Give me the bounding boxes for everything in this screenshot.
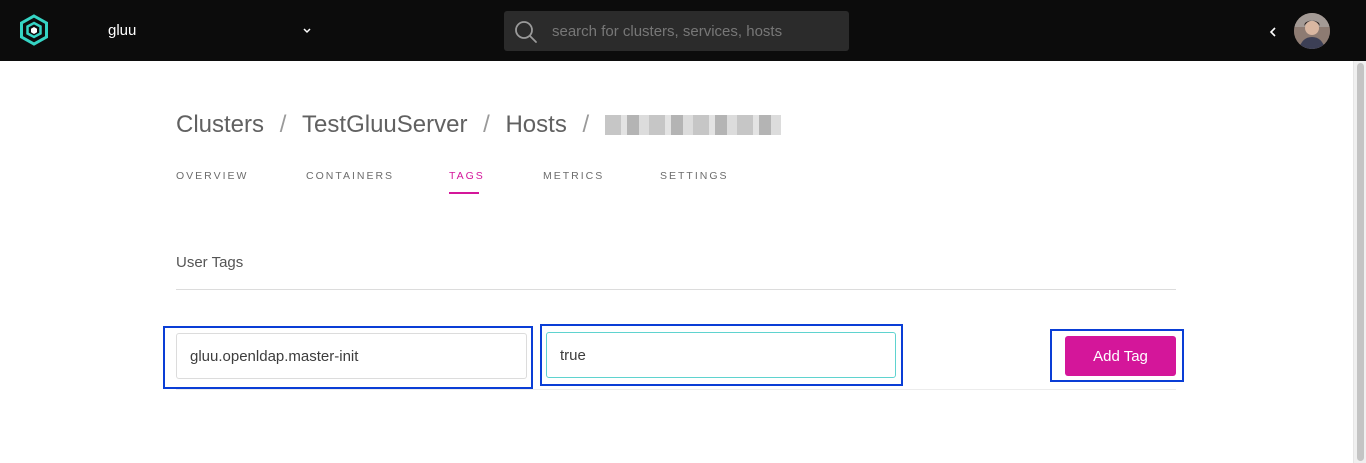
breadcrumb: Clusters / TestGluuServer / Hosts / xyxy=(176,110,781,142)
user-tags-title: User Tags xyxy=(176,254,244,271)
add-tag-button[interactable]: Add Tag xyxy=(1065,336,1176,376)
tab-tags[interactable]: TAGS xyxy=(449,170,485,182)
active-tab-indicator xyxy=(449,192,479,194)
tab-metrics[interactable]: METRICS xyxy=(543,170,604,182)
global-search xyxy=(504,11,849,51)
tag-value-input[interactable] xyxy=(546,332,896,378)
breadcrumb-host-name-redacted xyxy=(604,114,781,135)
organization-selector[interactable]: gluu xyxy=(108,18,320,44)
tab-settings[interactable]: SETTINGS xyxy=(660,170,729,182)
tab-overview[interactable]: OVERVIEW xyxy=(176,170,248,182)
breadcrumb-separator: / xyxy=(582,110,590,138)
chevron-down-icon xyxy=(303,28,311,34)
breadcrumb-separator: / xyxy=(483,110,490,138)
user-avatar[interactable] xyxy=(1294,13,1330,49)
gluu-logo-icon[interactable] xyxy=(18,14,50,46)
breadcrumb-hosts[interactable]: Hosts xyxy=(505,111,566,139)
section-divider xyxy=(176,289,1176,290)
search-input[interactable] xyxy=(552,11,842,51)
organization-name: gluu xyxy=(108,22,137,39)
breadcrumb-cluster-name[interactable]: TestGluuServer xyxy=(302,111,467,139)
vertical-scrollbar[interactable] xyxy=(1353,61,1366,463)
tab-containers[interactable]: CONTAINERS xyxy=(306,170,394,182)
tag-key-input[interactable] xyxy=(176,333,527,379)
chevron-left-icon[interactable] xyxy=(1266,22,1280,42)
top-navbar: gluu xyxy=(0,0,1366,61)
scrollbar-thumb[interactable] xyxy=(1357,63,1364,461)
search-icon xyxy=(515,21,537,43)
row-divider xyxy=(176,389,1176,390)
breadcrumb-separator: / xyxy=(279,110,287,138)
breadcrumb-clusters[interactable]: Clusters xyxy=(176,111,264,139)
avatar-photo-icon xyxy=(1294,13,1330,49)
